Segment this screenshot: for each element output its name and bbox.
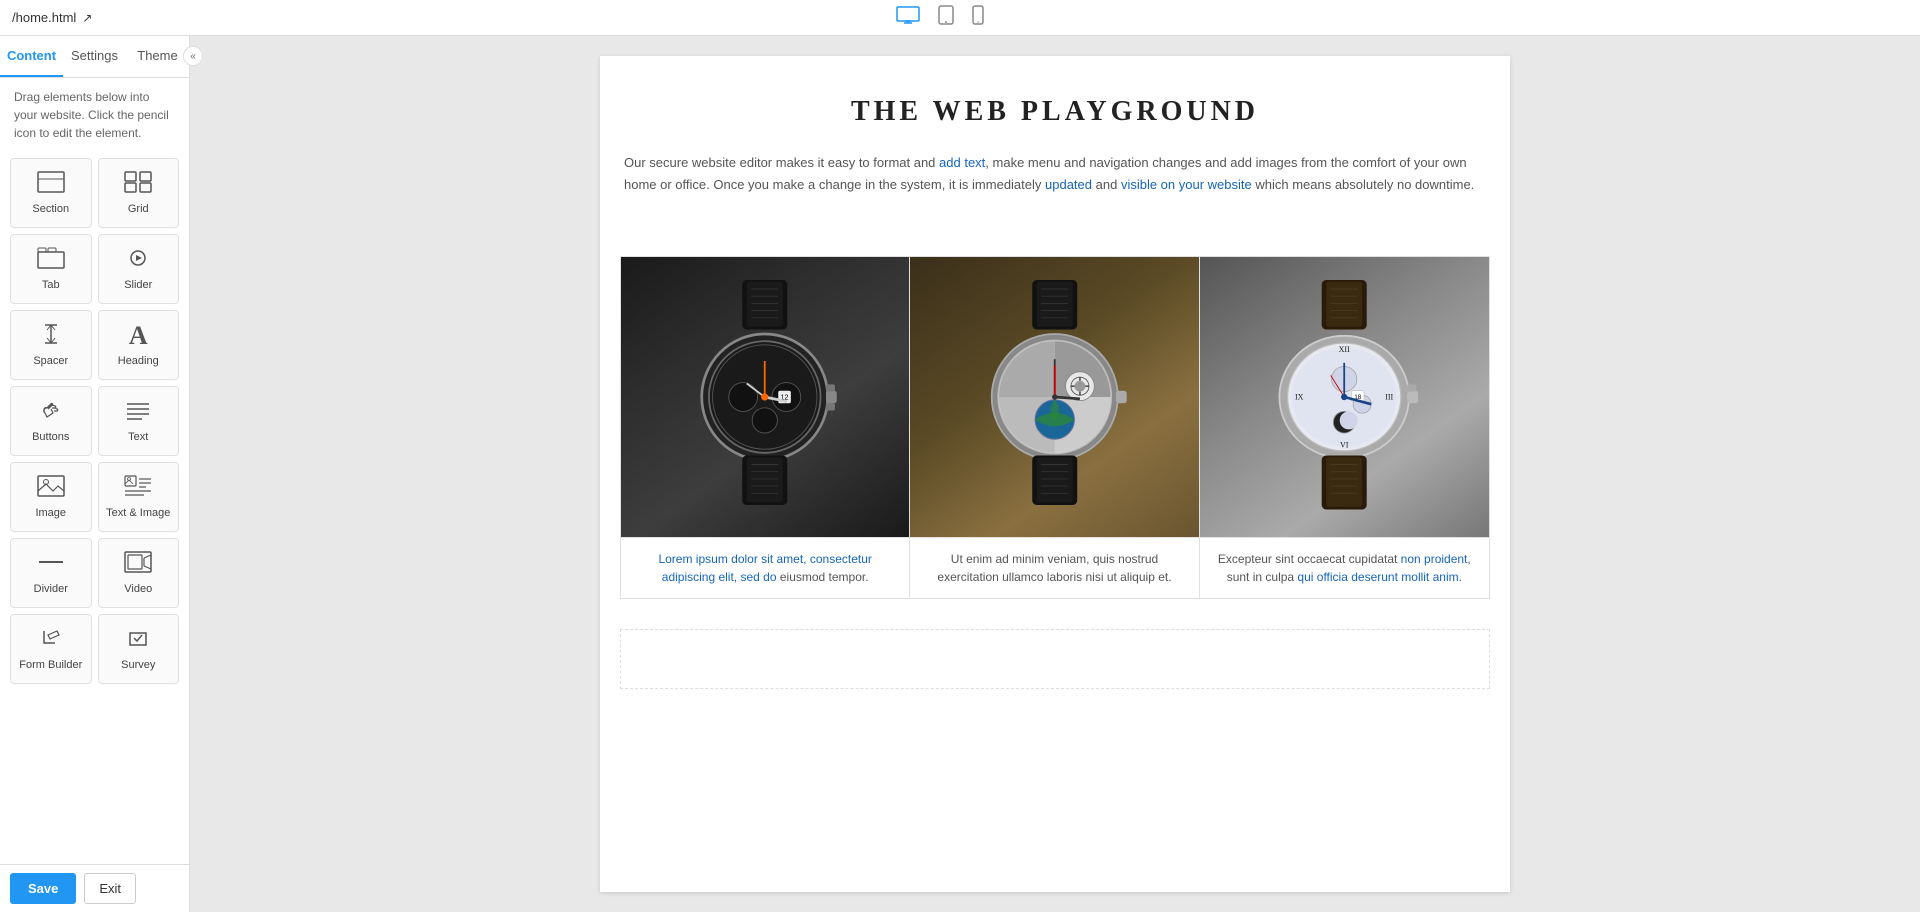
element-grid[interactable]: Grid bbox=[98, 158, 180, 228]
sidebar-collapse-button[interactable]: « bbox=[183, 46, 203, 66]
slider-label: Slider bbox=[124, 279, 152, 291]
svg-text:XII: XII bbox=[1339, 345, 1351, 354]
element-tab[interactable]: Tab bbox=[10, 234, 92, 304]
divider-icon bbox=[37, 551, 65, 577]
product-caption-3: Excepteur sint occaecat cupidatat non pr… bbox=[1200, 537, 1489, 598]
text-icon bbox=[124, 399, 152, 425]
product-grid: 12 bbox=[620, 256, 1490, 599]
tab-theme[interactable]: Theme bbox=[126, 36, 189, 77]
page-title: THE WEB PLAYGROUND bbox=[620, 96, 1490, 128]
sidebar-tabs: Content Settings Theme bbox=[0, 36, 189, 78]
spacer-icon bbox=[37, 323, 65, 349]
element-spacer[interactable]: Spacer bbox=[10, 310, 92, 380]
element-video[interactable]: Video bbox=[98, 538, 180, 608]
main-layout: « Content Settings Theme Drag elements b… bbox=[0, 36, 1920, 912]
spacer-1 bbox=[620, 226, 1490, 256]
save-button[interactable]: Save bbox=[10, 873, 76, 904]
text-label: Text bbox=[128, 431, 148, 443]
heading-label: Heading bbox=[118, 355, 159, 367]
product-caption-3-link-2: qui officia deserunt mollit anim. bbox=[1297, 570, 1462, 584]
topbar: /home.html ↗ bbox=[0, 0, 1920, 36]
sidebar-bottom-actions: Save Exit bbox=[0, 864, 189, 912]
intro-link-1: add text bbox=[939, 155, 985, 170]
svg-text:IX: IX bbox=[1295, 393, 1304, 402]
element-text-image[interactable]: Text & Image bbox=[98, 462, 180, 532]
canvas-area: THE WEB PLAYGROUND Our secure website ed… bbox=[190, 36, 1920, 912]
video-icon bbox=[124, 551, 152, 577]
svg-text:III: III bbox=[1385, 393, 1393, 402]
empty-section bbox=[620, 629, 1490, 689]
element-form-builder[interactable]: Form Builder bbox=[10, 614, 92, 684]
tab-label: Tab bbox=[42, 279, 60, 291]
sidebar-description: Drag elements below into your website. C… bbox=[0, 78, 189, 152]
buttons-icon bbox=[37, 399, 65, 425]
video-label: Video bbox=[124, 583, 152, 595]
device-switcher bbox=[896, 5, 984, 30]
product-caption-1: Lorem ipsum dolor sit amet, consectetur … bbox=[621, 537, 909, 598]
page-intro-text: Our secure website editor makes it easy … bbox=[620, 152, 1490, 196]
mobile-icon[interactable] bbox=[972, 5, 984, 30]
elements-grid: Section Grid Tab bbox=[10, 158, 179, 684]
filename-label: /home.html bbox=[12, 10, 76, 25]
product-image-1: 12 bbox=[621, 257, 909, 537]
tab-content[interactable]: Content bbox=[0, 36, 63, 77]
product-image-3: XII III VI IX 18 bbox=[1200, 257, 1489, 537]
topbar-left: /home.html ↗ bbox=[12, 10, 92, 25]
product-item-2: Ut enim ad minim veniam, quis nostrud ex… bbox=[910, 257, 1199, 598]
spacer-label: Spacer bbox=[33, 355, 68, 367]
exit-button[interactable]: Exit bbox=[84, 873, 136, 904]
product-caption-3-link-1: non proident bbox=[1401, 552, 1468, 566]
text-image-label: Text & Image bbox=[106, 507, 170, 519]
element-survey[interactable]: Survey bbox=[98, 614, 180, 684]
tab-icon bbox=[37, 247, 65, 273]
heading-icon: A bbox=[129, 323, 148, 349]
image-icon bbox=[37, 475, 65, 501]
intro-link-2: updated bbox=[1045, 177, 1092, 192]
product-image-2 bbox=[910, 257, 1198, 537]
product-item-1: 12 bbox=[621, 257, 910, 598]
buttons-label: Buttons bbox=[32, 431, 69, 443]
grid-icon bbox=[124, 171, 152, 197]
page-canvas: THE WEB PLAYGROUND Our secure website ed… bbox=[600, 56, 1510, 892]
tab-settings[interactable]: Settings bbox=[63, 36, 126, 77]
element-heading[interactable]: A Heading bbox=[98, 310, 180, 380]
survey-label: Survey bbox=[121, 659, 155, 671]
intro-link-3: visible on your website bbox=[1121, 177, 1252, 192]
text-image-icon bbox=[124, 475, 152, 501]
product-item-3: XII III VI IX 18 bbox=[1200, 257, 1489, 598]
element-buttons[interactable]: Buttons bbox=[10, 386, 92, 456]
element-image[interactable]: Image bbox=[10, 462, 92, 532]
product-caption-1-link: Lorem ipsum dolor sit amet, consectetur … bbox=[658, 552, 871, 584]
grid-label: Grid bbox=[128, 203, 149, 215]
section-label: Section bbox=[32, 203, 69, 215]
divider-label: Divider bbox=[34, 583, 68, 595]
desktop-icon[interactable] bbox=[896, 6, 920, 29]
tablet-icon[interactable] bbox=[938, 5, 954, 30]
form-builder-icon bbox=[37, 627, 65, 653]
slider-icon bbox=[124, 247, 152, 273]
element-slider[interactable]: Slider bbox=[98, 234, 180, 304]
image-label: Image bbox=[35, 507, 66, 519]
survey-icon bbox=[124, 627, 152, 653]
external-link-icon[interactable]: ↗ bbox=[82, 11, 92, 25]
element-text[interactable]: Text bbox=[98, 386, 180, 456]
element-divider[interactable]: Divider bbox=[10, 538, 92, 608]
product-caption-2: Ut enim ad minim veniam, quis nostrud ex… bbox=[910, 537, 1198, 598]
section-icon bbox=[37, 171, 65, 197]
svg-text:VI: VI bbox=[1340, 441, 1349, 450]
element-section[interactable]: Section bbox=[10, 158, 92, 228]
sidebar-elements-panel: Section Grid Tab bbox=[0, 152, 189, 864]
sidebar: « Content Settings Theme Drag elements b… bbox=[0, 36, 190, 912]
form-builder-label: Form Builder bbox=[19, 659, 82, 671]
